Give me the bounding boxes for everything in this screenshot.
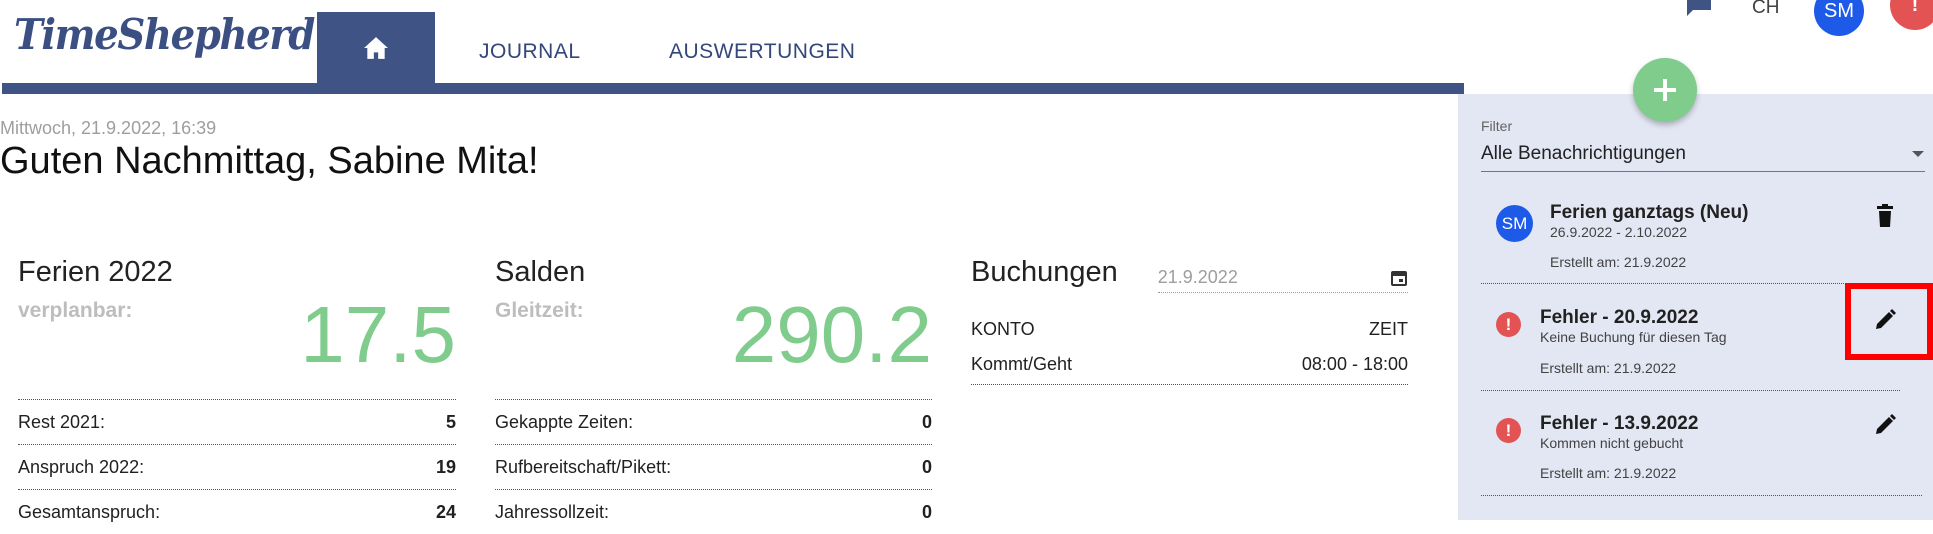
highlight-box	[1845, 283, 1933, 360]
ferien-label: verplanbar:	[18, 299, 133, 322]
salden-value: 290.2	[731, 290, 932, 379]
alert-icon[interactable]: !	[1890, 0, 1933, 30]
row-value: 0	[921, 411, 932, 432]
row-label: Rest 2021:	[18, 411, 106, 432]
current-date: Mittwoch, 21.9.2022, 16:39	[0, 118, 217, 138]
salden-label: Gleitzeit:	[495, 299, 584, 322]
language-switch[interactable]: CH	[1752, 0, 1779, 19]
row-value: 5	[445, 411, 456, 432]
date-picker[interactable]: 21.9.2022	[1157, 267, 1408, 293]
row-label: Jahressollzeit:	[495, 501, 610, 522]
konto-value: Kommt/Geht	[971, 353, 1073, 374]
row-value: 0	[921, 501, 932, 522]
home-icon	[364, 37, 388, 59]
row-label: Gekappte Zeiten:	[495, 411, 634, 432]
notification-title[interactable]: Fehler - 20.9.2022	[1540, 307, 1698, 329]
divider	[1481, 495, 1922, 496]
notification-sub: 26.9.2022 - 2.10.2022	[1550, 224, 1688, 240]
notification-avatar: SM	[1496, 205, 1533, 242]
tab-journal[interactable]: JOURNAL	[479, 40, 581, 64]
row-label: Gesamtanspruch:	[18, 501, 161, 522]
row-label: Rufbereitschaft/Pikett:	[495, 456, 672, 477]
row-value: 24	[435, 501, 456, 522]
edit-icon[interactable]	[1874, 414, 1896, 436]
notification-created: Erstellt am: 21.9.2022	[1550, 254, 1687, 270]
buchungen-title: Buchungen	[971, 256, 1118, 288]
salden-row: Rufbereitschaft/Pikett: 0	[495, 444, 932, 489]
buchungen-header: KONTO ZEIT	[971, 319, 1408, 340]
filter-label: Filter	[1481, 118, 1513, 134]
filter-select[interactable]: Alle Benachrichtigungen	[1481, 143, 1925, 172]
error-icon: !	[1496, 418, 1521, 443]
app-logo[interactable]: TimeShepherd	[14, 10, 315, 59]
col-konto: KONTO	[971, 319, 1035, 339]
row-value: 0	[921, 456, 932, 477]
notification-title[interactable]: Ferien ganztags (Neu)	[1550, 202, 1748, 224]
notification-sub: Kommen nicht gebucht	[1540, 435, 1684, 451]
ferien-row: Anspruch 2022: 19	[18, 444, 456, 489]
greeting: Guten Nachmittag, Sabine Mita!	[0, 140, 539, 182]
table-row[interactable]: Kommt/Geht 08:00 - 18:00	[971, 344, 1408, 385]
ferien-row: Gesamtanspruch: 24	[18, 489, 456, 534]
user-avatar[interactable]: SM	[1814, 0, 1864, 36]
ferien-title: Ferien 2022	[18, 256, 173, 288]
salden-row: Gekappte Zeiten: 0	[495, 399, 932, 444]
date-input[interactable]: 21.9.2022	[1158, 267, 1238, 288]
col-zeit: ZEIT	[1369, 319, 1408, 339]
row-value: 19	[435, 456, 456, 477]
tab-home[interactable]	[317, 12, 435, 84]
salden-card: Salden Gleitzeit: 290.2 Gekappte Zeiten:…	[495, 256, 932, 534]
salden-title: Salden	[495, 256, 586, 288]
salden-row: Jahressollzeit: 0	[495, 489, 932, 534]
row-label: Anspruch 2022:	[18, 456, 145, 477]
notification-created: Erstellt am: 21.9.2022	[1540, 465, 1677, 481]
notification-sub: Keine Buchung für diesen Tag	[1540, 329, 1727, 345]
zeit-value: 08:00 - 18:00	[1301, 353, 1408, 374]
buchungen-card: Buchungen 21.9.2022 KONTO ZEIT Kommt/Geh…	[971, 256, 1408, 385]
chat-icon[interactable]	[1685, 0, 1713, 18]
tab-auswertungen[interactable]: AUSWERTUNGEN	[669, 40, 855, 64]
calendar-icon[interactable]	[1390, 269, 1408, 287]
chevron-down-icon	[1912, 151, 1924, 157]
notification-created: Erstellt am: 21.9.2022	[1540, 360, 1677, 376]
add-button[interactable]	[1633, 58, 1697, 122]
divider	[1481, 390, 1900, 391]
ferien-row: Rest 2021: 5	[18, 399, 456, 444]
trash-icon[interactable]	[1876, 204, 1894, 228]
notification-title[interactable]: Fehler - 13.9.2022	[1540, 413, 1698, 435]
error-icon: !	[1496, 312, 1521, 337]
header-bar	[2, 83, 1464, 94]
filter-value: Alle Benachrichtigungen	[1481, 143, 1686, 164]
plus-icon	[1654, 79, 1676, 101]
ferien-card: Ferien 2022 verplanbar: 17.5 Rest 2021: 5…	[18, 256, 456, 534]
ferien-value: 17.5	[300, 290, 456, 379]
